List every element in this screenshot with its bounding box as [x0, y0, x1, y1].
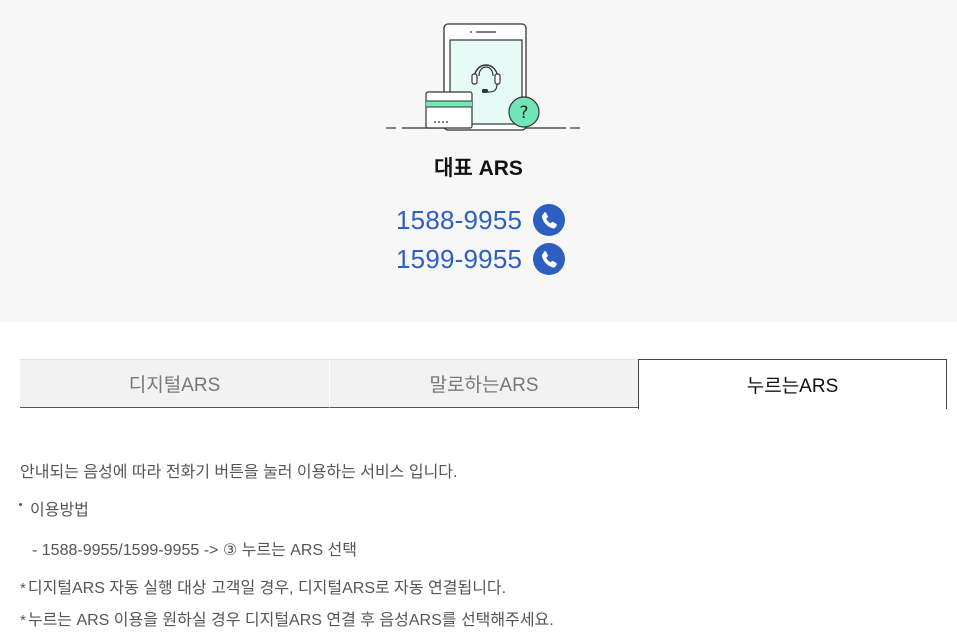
- svg-text:?: ?: [519, 103, 528, 123]
- tab-digital-ars[interactable]: 디지털ARS: [20, 359, 329, 408]
- tab-voice-ars[interactable]: 말로하는ARS: [329, 359, 638, 408]
- phone-call-icon[interactable]: [533, 243, 566, 275]
- customer-service-phone-illustration: ?: [386, 23, 580, 131]
- intro-text: 안내되는 음성에 따라 전화기 버튼을 눌러 이용하는 서비스 입니다.: [20, 464, 458, 481]
- asterisk-mark: *: [20, 580, 26, 597]
- bullet-dot: [19, 503, 22, 506]
- phone-number-1[interactable]: 1588-9955: [396, 202, 566, 238]
- phone-number-text: 1588-9955: [396, 204, 523, 235]
- note-1: * 디지털ARS 자동 실행 대상 고객일 경우, 디지털ARS로 자동 연결됩니…: [20, 574, 506, 598]
- tab-press-ars[interactable]: 누르는ARS: [638, 359, 947, 409]
- phone-number-2[interactable]: 1599-9955: [396, 241, 566, 277]
- phone-call-icon[interactable]: [533, 204, 566, 236]
- note-1-text: 디지털ARS 자동 실행 대상 고객일 경우, 디지털ARS로 자동 연결됩니다…: [27, 580, 507, 597]
- hero-title: 대표 ARS: [434, 157, 523, 180]
- note-2: * 누르는 ARS 이용을 원하실 경우 디지털ARS 연결 후 음성ARS를 선…: [20, 606, 554, 630]
- note-2-text: 누르는 ARS 이용을 원하실 경우 디지털ARS 연결 후 음성ARS를 선택…: [27, 612, 554, 629]
- ars-tab-bar: 디지털ARS 말로하는ARS 누르는ARS: [20, 359, 947, 409]
- ars-hero-section: ? 대표 ARS 1588-9955 1599-9955: [0, 0, 957, 322]
- phone-number-text: 1599-9955: [396, 243, 523, 274]
- howto-label: 이용방법: [30, 502, 89, 519]
- howto-detail: - 1588-9955/1599-9955 -> ③ 누르는 ARS 선택: [32, 542, 357, 559]
- asterisk-mark: *: [20, 612, 26, 629]
